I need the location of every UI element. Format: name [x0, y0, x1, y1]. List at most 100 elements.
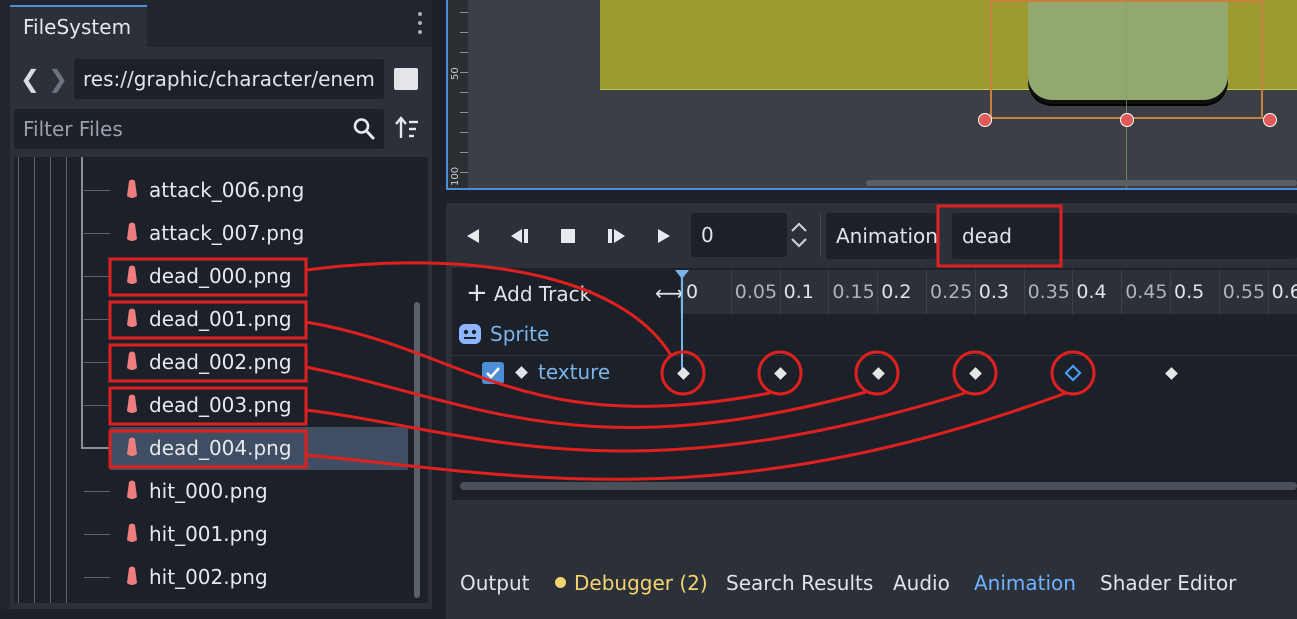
play-backwards-icon[interactable] — [459, 222, 487, 250]
timeline-tick — [974, 270, 976, 314]
path-field[interactable]: res://graphic/character/enem — [74, 59, 384, 99]
warning-dot-icon — [555, 577, 566, 588]
file-name: dead_003.png — [149, 393, 292, 417]
ruler-label: 100 — [450, 166, 461, 186]
tab-filesystem[interactable]: FileSystem — [10, 5, 147, 47]
playhead-cap[interactable] — [675, 270, 689, 279]
track-scrollbar[interactable] — [460, 482, 1297, 490]
timeline-tick-label: 0.4 — [1076, 281, 1107, 303]
vertical-ruler: 50 100 — [448, 0, 468, 188]
add-track-button[interactable]: + Add Track — [466, 270, 591, 317]
file-name: dead_004.png — [149, 436, 292, 460]
timeline-tick — [730, 270, 732, 314]
sprite-node-icon — [459, 324, 481, 344]
sort-icon[interactable] — [394, 115, 420, 143]
play-from-start-icon[interactable] — [602, 222, 630, 250]
viewport-scrollbar[interactable] — [866, 180, 1297, 186]
dock-menu-icon[interactable] — [416, 12, 424, 38]
track-enabled-checkbox[interactable] — [482, 362, 504, 384]
filter-files-input[interactable]: Filter Files — [14, 109, 384, 149]
file-tree-scrollbar[interactable] — [414, 302, 420, 598]
timeline-tick-label: 0.55 — [1222, 281, 1266, 303]
file-name: hit_002.png — [149, 565, 268, 589]
track-property-texture[interactable]: texture — [538, 355, 610, 389]
ruler-label: 50 — [450, 67, 461, 80]
file-name: dead_000.png — [149, 264, 292, 288]
play-icon[interactable] — [650, 222, 678, 250]
timeline-tick-label: 0.45 — [1125, 281, 1168, 303]
search-icon — [353, 118, 375, 140]
view-mode-toggle-icon[interactable] — [394, 68, 418, 90]
file-item[interactable]: hit_000.png — [14, 470, 408, 513]
bottom-tab[interactable]: Animation — [974, 566, 1076, 600]
image-file-icon — [127, 265, 137, 284]
bottom-tab[interactable]: Output — [460, 566, 529, 600]
timeline-tick-label: 0.3 — [978, 281, 1010, 303]
resize-handle[interactable] — [978, 113, 992, 127]
file-item[interactable]: dead_004.png — [110, 427, 408, 470]
timeline-tick — [877, 270, 879, 314]
bottom-tab[interactable]: Shader Editor — [1100, 566, 1236, 600]
file-item[interactable]: attack_006.png — [14, 169, 408, 212]
time-field[interactable]: 0 — [691, 213, 787, 257]
playhead[interactable] — [681, 272, 683, 372]
add-track-label: Add Track — [493, 282, 592, 306]
spinner-arrows-icon[interactable] — [787, 213, 811, 257]
timeline-tick-label: 0.6 — [1271, 281, 1297, 303]
file-item[interactable]: dead_003.png — [14, 384, 408, 427]
toolbar-separator — [820, 213, 821, 257]
file-name: hit_000.png — [149, 479, 268, 503]
file-item[interactable]: attack_007.png — [14, 212, 408, 255]
file-name: hit_001.png — [149, 522, 268, 546]
image-file-icon — [127, 523, 137, 542]
timeline-tick — [828, 270, 830, 314]
animation-select[interactable]: dead — [952, 213, 1297, 259]
file-item[interactable]: dead_000.png — [14, 255, 408, 298]
file-item[interactable]: hit_001.png — [14, 513, 408, 556]
timeline-tick-label: 0.2 — [881, 281, 912, 303]
file-name: attack_007.png — [149, 221, 305, 245]
timeline-tick — [926, 270, 927, 314]
timeline-tick-label: 0.25 — [930, 281, 973, 303]
image-file-icon — [127, 351, 137, 370]
timeline-tick-label: 0.5 — [1174, 281, 1205, 303]
timeline-zoom-icon[interactable]: ⟷ — [655, 282, 684, 304]
file-item[interactable]: hit_002.png — [14, 556, 408, 599]
bottom-tab[interactable]: Audio — [893, 566, 950, 600]
file-name: dead_001.png — [149, 307, 292, 331]
timeline-tick-label: 0.15 — [832, 281, 875, 303]
back-arrow-icon[interactable]: ❮ — [20, 62, 40, 96]
timeline-tick — [1072, 270, 1074, 314]
animation-label: Animation — [836, 224, 938, 248]
timeline-tick-label: 0.35 — [1027, 281, 1070, 303]
timeline-ruler[interactable]: 0 0.05 0.1 0.15 0.2 0.25 0.3 0.35 0.4 0.45 0.5 0.55… — [680, 270, 1297, 314]
timeline-tick — [1218, 270, 1220, 314]
timeline-tick — [779, 270, 781, 314]
file-item[interactable]: dead_001.png — [14, 298, 408, 341]
file-name: dead_002.png — [149, 350, 292, 374]
checkmark-icon — [486, 367, 500, 379]
image-file-icon — [127, 480, 137, 499]
image-file-icon — [127, 308, 137, 327]
timeline-tick — [1121, 270, 1123, 314]
center-guide — [1126, 0, 1127, 188]
image-file-icon — [127, 394, 137, 413]
timeline-tick — [1267, 270, 1269, 314]
image-file-icon — [127, 437, 137, 456]
timeline-tick — [1023, 270, 1025, 314]
stop-icon[interactable] — [554, 222, 582, 250]
timeline-tick-label: 0.05 — [734, 281, 778, 303]
image-file-icon — [127, 222, 137, 241]
forward-arrow-icon[interactable]: ❯ — [48, 62, 68, 96]
file-item[interactable]: dead_002.png — [14, 341, 408, 384]
file-tree: attack_006.png attack_007.png dead_000.png… — [14, 157, 428, 603]
file-name: attack_006.png — [149, 178, 305, 202]
resize-handle[interactable] — [1263, 113, 1277, 127]
track-node-sprite[interactable]: Sprite — [490, 314, 549, 354]
bottom-tab[interactable]: Debugger (2) — [574, 566, 708, 600]
bottom-tab[interactable]: Search Results — [726, 566, 873, 600]
image-file-icon — [127, 566, 137, 585]
resize-handle[interactable] — [1120, 113, 1134, 127]
timeline-tick-label: 0.1 — [783, 281, 814, 303]
play-backwards-from-end-icon[interactable] — [506, 222, 534, 250]
